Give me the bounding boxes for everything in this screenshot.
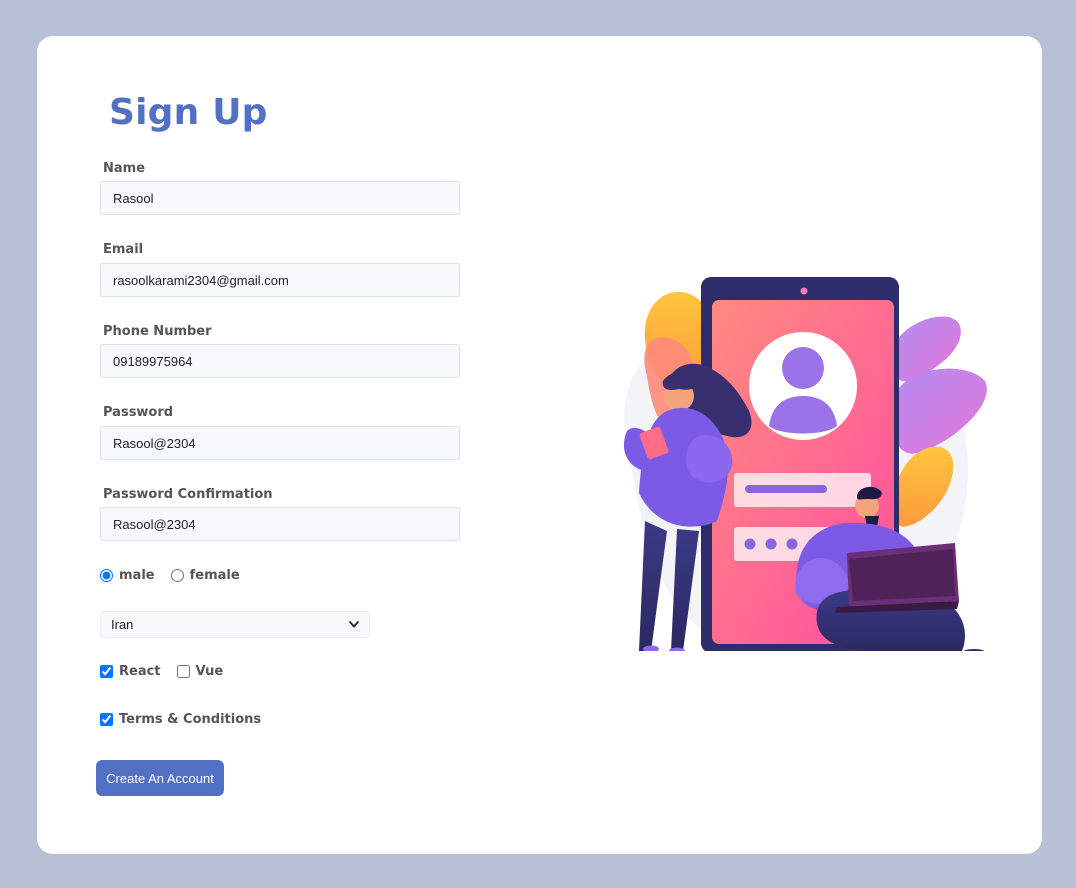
chevron-down-icon xyxy=(349,621,359,628)
female-radio-label: female xyxy=(189,568,240,583)
password-confirmation-input[interactable] xyxy=(100,507,460,541)
password-confirmation-label: Password Confirmation xyxy=(103,487,273,502)
create-account-button[interactable]: Create An Account xyxy=(96,760,224,796)
phone-input[interactable] xyxy=(100,344,460,378)
signup-illustration xyxy=(623,277,987,651)
vue-checkbox-label: Vue xyxy=(195,664,224,679)
terms-checkbox-label: Terms & Conditions xyxy=(119,712,262,727)
signup-card: Sign Up Name Email Phone Number Password… xyxy=(37,36,1042,854)
country-select-value: Iran xyxy=(111,617,134,632)
male-radio[interactable] xyxy=(100,569,113,582)
country-select[interactable]: Iran xyxy=(100,611,370,638)
terms-row: Terms & Conditions xyxy=(100,712,277,727)
username-placeholder-bar xyxy=(745,485,827,493)
phone-camera xyxy=(800,287,808,295)
frameworks-checkbox-group: React Vue xyxy=(100,664,239,679)
terms-option[interactable]: Terms & Conditions xyxy=(100,712,261,727)
vue-checkbox[interactable] xyxy=(176,665,190,678)
email-input[interactable] xyxy=(100,263,460,297)
gender-option-male[interactable]: male xyxy=(100,568,155,583)
gender-radio-group: male female xyxy=(100,568,256,583)
react-checkbox[interactable] xyxy=(100,665,113,678)
password-label: Password xyxy=(103,405,174,420)
avatar-head xyxy=(782,347,824,389)
female-radio[interactable] xyxy=(170,569,184,582)
gender-option-female[interactable]: female xyxy=(170,568,240,583)
terms-checkbox[interactable] xyxy=(100,713,113,726)
react-checkbox-label: React xyxy=(119,664,161,679)
password-input[interactable] xyxy=(100,426,460,460)
email-label: Email xyxy=(103,242,144,257)
name-input[interactable] xyxy=(100,181,460,215)
page-title: Sign Up xyxy=(109,92,268,133)
framework-option-react[interactable]: React xyxy=(100,664,161,679)
name-label: Name xyxy=(103,161,146,176)
phone-label: Phone Number xyxy=(103,324,212,339)
framework-option-vue[interactable]: Vue xyxy=(176,664,224,679)
male-radio-label: male xyxy=(119,568,155,583)
